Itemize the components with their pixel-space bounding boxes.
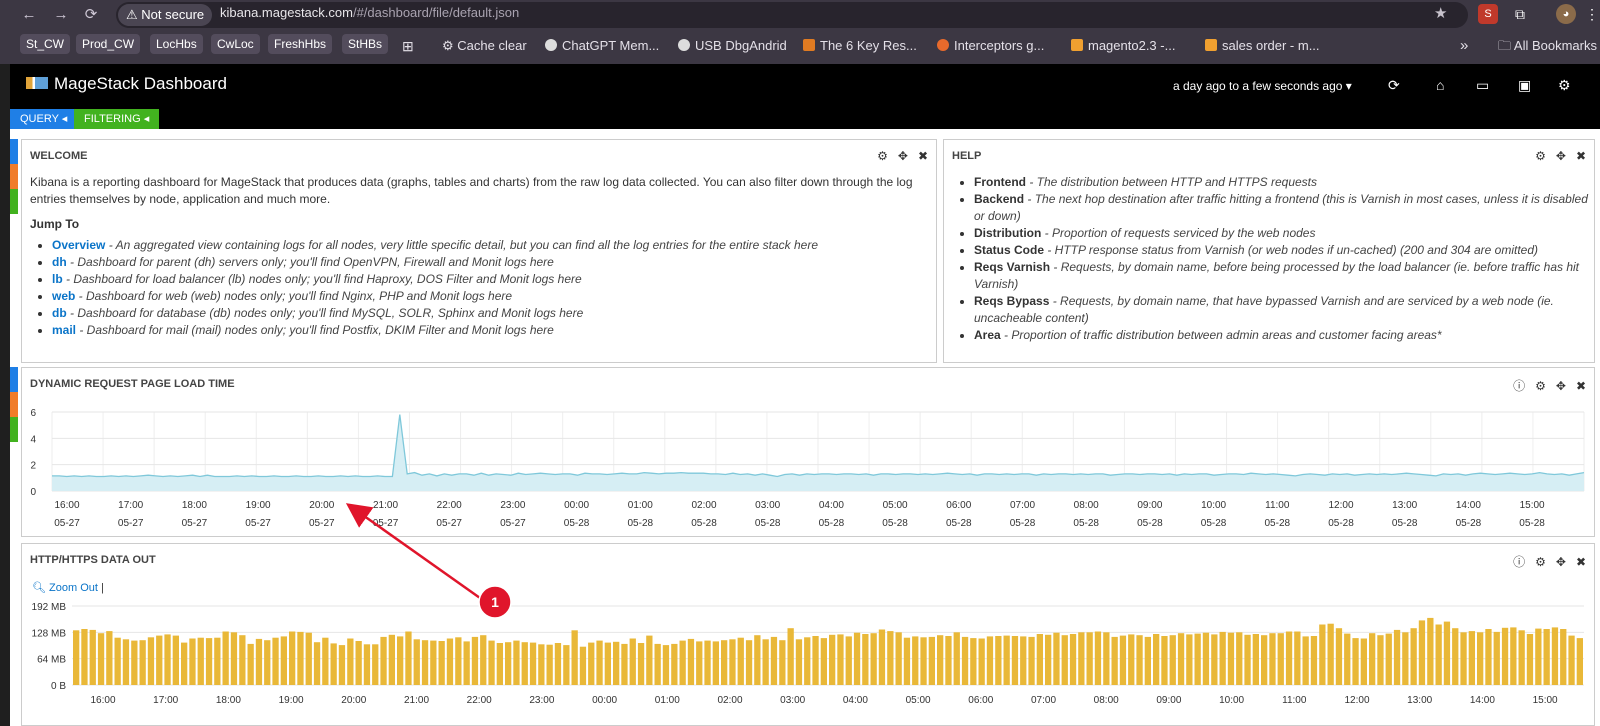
annotation-number: 1 [491, 594, 499, 610]
annotation-overlay: 1 [345, 503, 512, 619]
annotation-arrow [345, 503, 481, 600]
